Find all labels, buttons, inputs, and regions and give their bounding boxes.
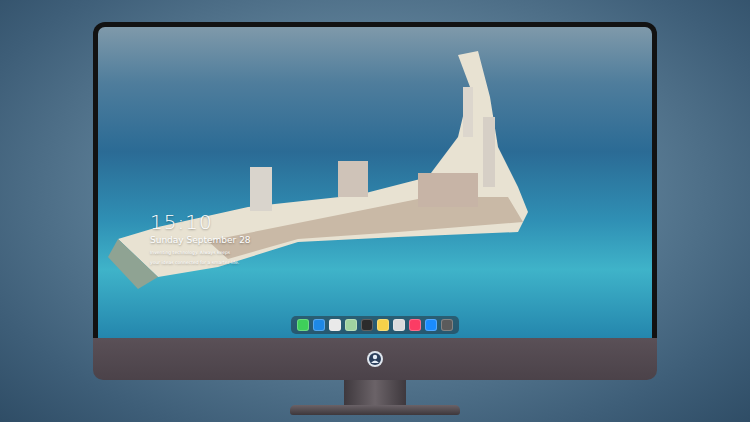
clock-caption: your ideas connected for a smarter life.	[150, 260, 251, 266]
clock-caption: Inventing technology. Always keeps	[150, 250, 251, 256]
wallpaper-photo	[98, 27, 652, 338]
monitor-bezel: 15:10 Sunday September 28 Inventing techno…	[93, 22, 657, 338]
dock-app-icon[interactable]	[297, 319, 309, 331]
dock	[291, 316, 459, 334]
desktop-screen: 15:10 Sunday September 28 Inventing techno…	[98, 27, 652, 338]
monitor-neck	[344, 380, 406, 405]
dock-app-icon[interactable]	[377, 319, 389, 331]
dock-app-icon[interactable]	[409, 319, 421, 331]
clock-date: Sunday September 28	[150, 235, 251, 246]
page: 15:10 Sunday September 28 Inventing techno…	[0, 0, 750, 422]
monitor-base	[290, 405, 460, 415]
dock-app-icon[interactable]	[393, 319, 405, 331]
dock-app-icon[interactable]	[345, 319, 357, 331]
dock-app-icon[interactable]	[329, 319, 341, 331]
clock-time: 15:10	[150, 211, 251, 233]
brand-logo-icon	[366, 350, 384, 368]
dock-app-icon[interactable]	[425, 319, 437, 331]
dock-app-icon[interactable]	[441, 319, 453, 331]
lock-clock: 15:10 Sunday September 28 Inventing techno…	[150, 211, 251, 265]
monitor-chin	[93, 338, 657, 380]
dock-app-icon[interactable]	[361, 319, 373, 331]
dock-app-icon[interactable]	[313, 319, 325, 331]
